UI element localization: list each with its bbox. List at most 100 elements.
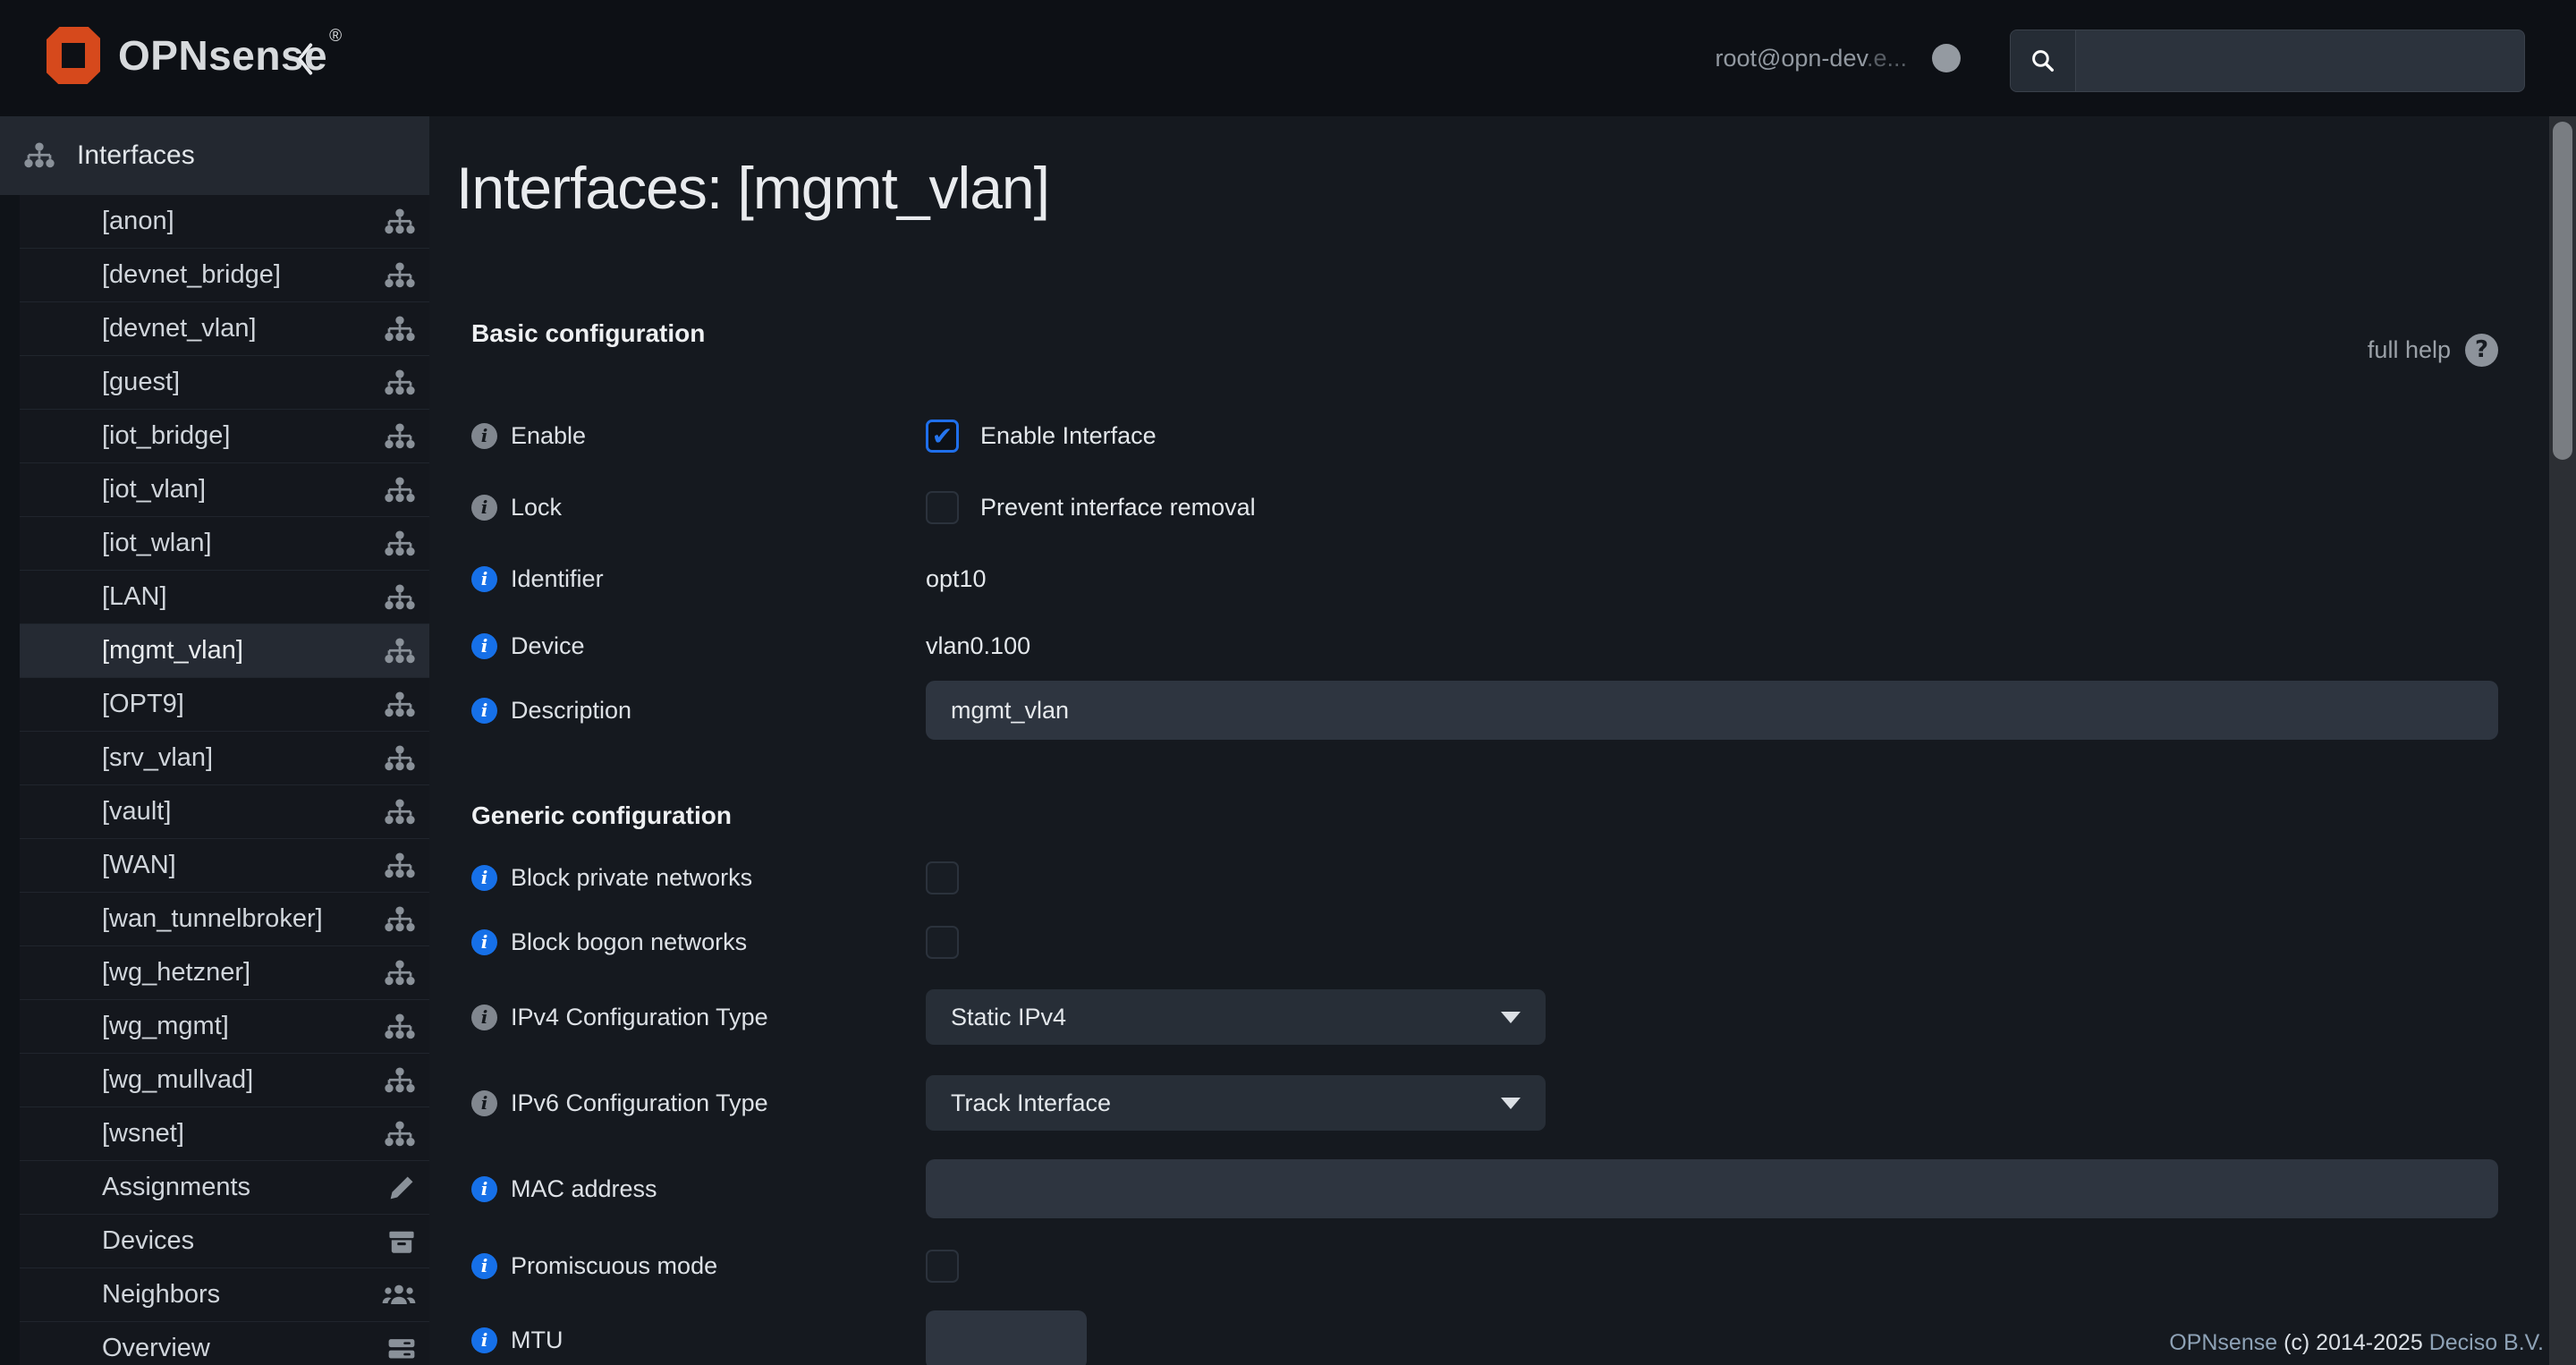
sidebar-item-label: [wsnet]: [102, 1119, 384, 1149]
info-icon[interactable]: i: [471, 929, 497, 955]
field-control: [926, 1250, 2498, 1283]
sidebar-item-lan[interactable]: [LAN]: [20, 571, 429, 624]
sidebar-item-mgmt-vlan[interactable]: [mgmt_vlan]: [20, 624, 429, 678]
info-icon[interactable]: i: [471, 1327, 497, 1353]
caret-down-icon: [1501, 1098, 1521, 1109]
sidebar-item-wg-mgmt[interactable]: [wg_mgmt]: [20, 1000, 429, 1054]
sidebar-item-wan[interactable]: [WAN]: [20, 839, 429, 893]
field-control: Track Interface: [926, 1075, 2498, 1131]
sidebar-item-label: [LAN]: [102, 582, 384, 612]
footer-brand-link[interactable]: OPNsense: [2169, 1330, 2277, 1355]
sidebar-item-label: [wg_hetzner]: [102, 958, 384, 988]
form-row-lock: iLockPrevent interface removal: [471, 471, 2498, 543]
sidebar-collapse-icon[interactable]: [295, 41, 315, 77]
field-label-text: IPv4 Configuration Type: [511, 1004, 768, 1031]
info-icon[interactable]: i: [471, 423, 497, 449]
checkbox-checked-enable[interactable]: ✔: [926, 420, 959, 453]
sidebar-item-label: [anon]: [102, 207, 384, 236]
sidebar-item-wg-hetzner[interactable]: [wg_hetzner]: [20, 946, 429, 1000]
sidebar-item-label: Assignments: [102, 1173, 387, 1202]
sidebar-item-guest[interactable]: [guest]: [20, 356, 429, 410]
sidebar-item-label: Devices: [102, 1226, 387, 1256]
sitemap-icon: [384, 530, 416, 557]
full-help-toggle[interactable]: full help?: [2368, 334, 2498, 367]
full-help-label: full help: [2368, 336, 2451, 364]
sidebar-item-wan-tunnelbroker[interactable]: [wan_tunnelbroker]: [20, 893, 429, 946]
sidebar-item-label: [iot_vlan]: [102, 475, 384, 504]
sidebar-item-iot-wlan[interactable]: [iot_wlan]: [20, 517, 429, 571]
sidebar-item-vault[interactable]: [vault]: [20, 785, 429, 839]
info-icon[interactable]: i: [471, 1176, 497, 1202]
field-label-text: Identifier: [511, 565, 604, 593]
checkbox-label: Enable Interface: [980, 422, 1157, 450]
search-box: [2010, 30, 2525, 92]
search-input[interactable]: [2076, 30, 2524, 91]
section-heading-generic-configuration: Generic configuration: [471, 801, 732, 830]
sidebar-item-devnet-vlan[interactable]: [devnet_vlan]: [20, 302, 429, 356]
server-icon: [387, 1335, 416, 1363]
mtu-input[interactable]: [926, 1310, 1087, 1365]
description-input[interactable]: [926, 681, 2498, 740]
static-value-identifier: opt10: [926, 565, 987, 593]
field-control: [926, 1159, 2498, 1218]
opnsense-logo-hole: [62, 43, 85, 68]
field-label-lock: iLock: [471, 494, 926, 521]
sidebar-item-label: [wg_mgmt]: [102, 1012, 384, 1041]
sidebar-item-label: [devnet_vlan]: [102, 314, 384, 343]
sidebar-item-neighbors[interactable]: Neighbors: [20, 1268, 429, 1322]
form-row-description: iDescription: [471, 677, 2498, 743]
sidebar-item-label: [wg_mullvad]: [102, 1065, 384, 1095]
info-icon[interactable]: i: [471, 633, 497, 659]
sidebar-section-interfaces[interactable]: Interfaces: [0, 116, 429, 195]
scrollbar[interactable]: [2549, 116, 2576, 1365]
field-control: [926, 926, 2498, 959]
sidebar-item-opt9[interactable]: [OPT9]: [20, 678, 429, 732]
field-control: Static IPv4: [926, 989, 2498, 1045]
selected-option: Track Interface: [951, 1089, 1111, 1117]
form-row-ipv6-configuration-type: i IPv6 Configuration Type Track Interface: [471, 1060, 2498, 1146]
section-heading-basic-configuration: Basic configuration: [471, 319, 705, 348]
sidebar-item-devices[interactable]: Devices: [20, 1215, 429, 1268]
sidebar-item-assignments[interactable]: Assignments: [20, 1161, 429, 1215]
info-icon[interactable]: i: [471, 495, 497, 521]
info-icon[interactable]: i: [471, 865, 497, 891]
sidebar-item-overview[interactable]: Overview: [20, 1322, 429, 1365]
search-icon[interactable]: [2011, 30, 2076, 91]
sitemap-icon: [384, 638, 416, 665]
footer-company-link[interactable]: Deciso B.V.: [2429, 1330, 2544, 1355]
info-icon[interactable]: i: [471, 698, 497, 724]
sidebar-item-iot-vlan[interactable]: [iot_vlan]: [20, 463, 429, 517]
logged-in-user[interactable]: root@opn-dev.e...: [1715, 45, 1907, 72]
field-control: vlan0.100: [926, 632, 2498, 660]
scrollbar-thumb[interactable]: [2553, 122, 2572, 460]
sitemap-icon: [384, 960, 416, 987]
sidebar-item-srv-vlan[interactable]: [srv_vlan]: [20, 732, 429, 785]
info-icon[interactable]: i: [471, 566, 497, 592]
checkbox-promiscuous-mode[interactable]: [926, 1250, 959, 1283]
info-icon[interactable]: i: [471, 1090, 497, 1116]
archive-icon: [387, 1227, 416, 1256]
ipv4-configuration-type-select[interactable]: Static IPv4: [926, 989, 1546, 1045]
sidebar-item-devnet-bridge[interactable]: [devnet_bridge]: [20, 249, 429, 302]
checkbox-block-bogon-networks[interactable]: [926, 926, 959, 959]
sidebar-item-iot-bridge[interactable]: [iot_bridge]: [20, 410, 429, 463]
main-content: Interfaces: [mgmt_vlan] Basic configurat…: [429, 116, 2549, 1365]
sitemap-icon: [23, 142, 55, 169]
field-label-promiscuous-mode: iPromiscuous mode: [471, 1252, 926, 1280]
sitemap-icon: [384, 745, 416, 772]
field-label-mtu: iMTU: [471, 1327, 926, 1354]
mac-address-input[interactable]: [926, 1159, 2498, 1218]
info-icon[interactable]: i: [471, 1005, 497, 1030]
sidebar-item-wg-mullvad[interactable]: [wg_mullvad]: [20, 1054, 429, 1107]
sidebar-item-wsnet[interactable]: [wsnet]: [20, 1107, 429, 1161]
info-icon[interactable]: i: [471, 1253, 497, 1279]
field-label-identifier: i Identifier: [471, 565, 926, 593]
field-label-text: MAC address: [511, 1175, 657, 1203]
checkbox-lock[interactable]: [926, 491, 959, 524]
field-label-text: IPv6 Configuration Type: [511, 1089, 768, 1117]
sitemap-icon: [384, 208, 416, 235]
ipv6-configuration-type-select[interactable]: Track Interface: [926, 1075, 1546, 1131]
sidebar-item-anon[interactable]: [anon]: [20, 195, 429, 249]
avatar[interactable]: [1932, 44, 1961, 72]
checkbox-block-private-networks[interactable]: [926, 861, 959, 894]
